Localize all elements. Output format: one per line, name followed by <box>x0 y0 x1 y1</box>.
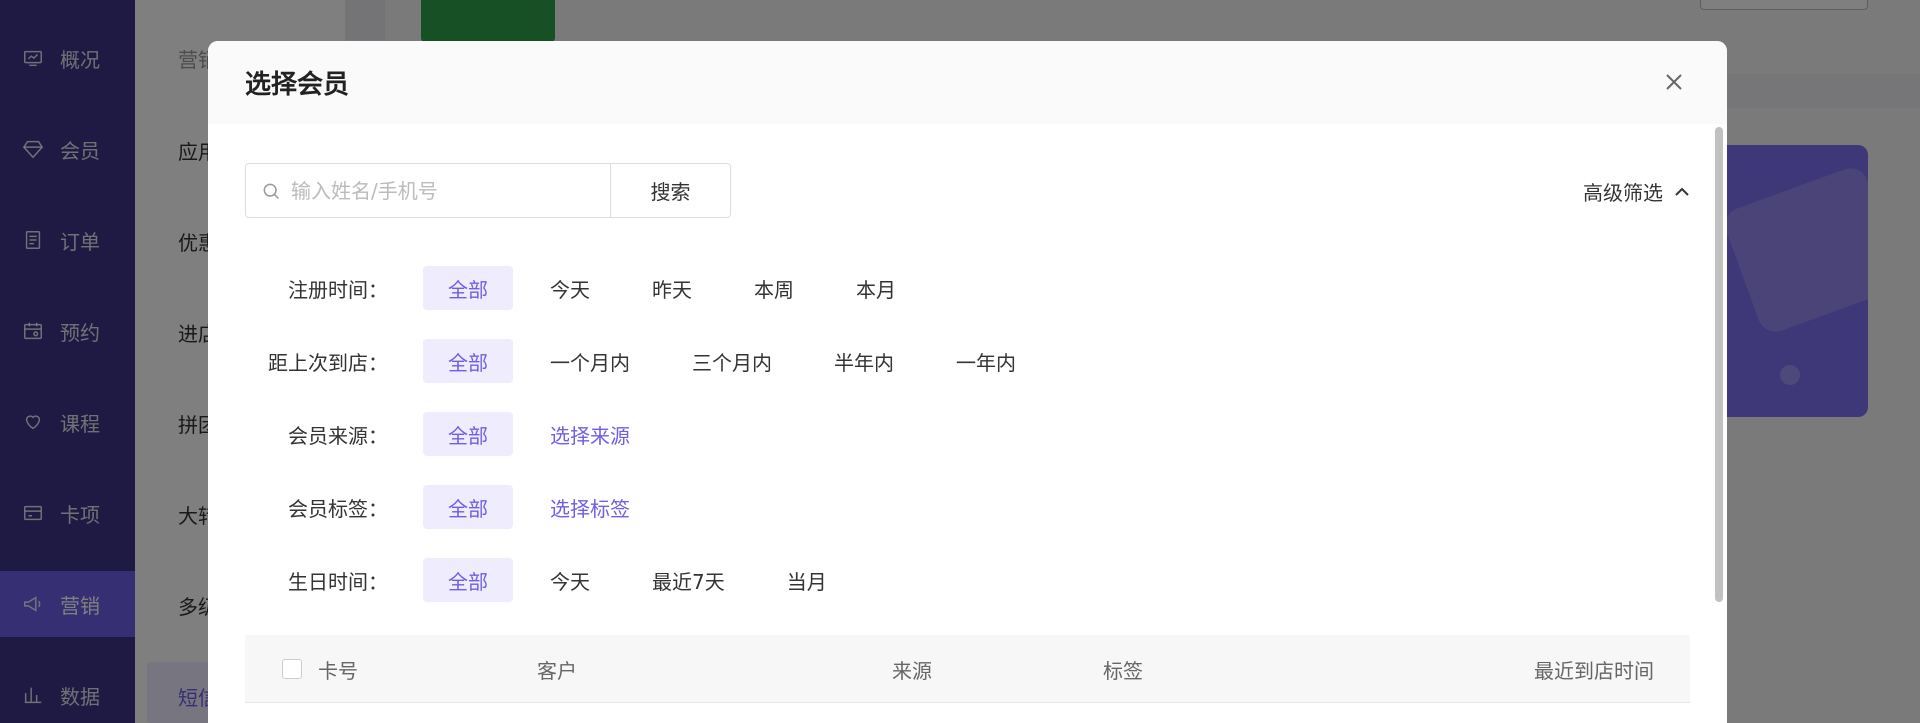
filter-option[interactable]: 一年内 <box>931 339 1041 383</box>
advanced-filter-label: 高级筛选 <box>1583 181 1663 205</box>
filter-option[interactable]: 本周 <box>729 266 819 310</box>
search-row: 搜索 <box>245 163 731 218</box>
filter-option[interactable]: 全部 <box>423 485 513 529</box>
filter-label: 距上次到店： <box>268 350 388 375</box>
search-icon <box>263 183 280 199</box>
filter-row-member-source: 会员来源： 全部 选择来源 <box>208 411 655 457</box>
filter-option[interactable]: 本月 <box>831 266 921 310</box>
close-button[interactable] <box>1661 69 1687 95</box>
filter-label: 生日时间： <box>288 569 388 594</box>
filter-option[interactable]: 一个月内 <box>525 339 655 383</box>
filter-row-register-time: 注册时间： 全部 今天 昨天 本周 本月 <box>208 265 921 311</box>
search-button[interactable]: 搜索 <box>611 163 731 218</box>
scrollbar[interactable] <box>1715 127 1723 602</box>
filter-option[interactable]: 全部 <box>423 412 513 456</box>
filter-option[interactable]: 半年内 <box>809 339 919 383</box>
search-input[interactable] <box>291 178 591 203</box>
filter-label: 会员标签： <box>288 496 388 521</box>
table-header: 卡号 客户 来源 标签 最近到店时间 <box>245 635 1690 703</box>
filter-row-birthday: 生日时间： 全部 今天 最近7天 当月 <box>208 557 852 603</box>
search-box <box>245 163 611 218</box>
close-icon <box>1666 74 1682 90</box>
column-header-tags: 标签 <box>1103 658 1143 683</box>
filter-option[interactable]: 全部 <box>423 558 513 602</box>
filter-option[interactable]: 今天 <box>525 266 615 310</box>
column-header-source: 来源 <box>892 658 932 683</box>
filter-option[interactable]: 今天 <box>525 558 615 602</box>
advanced-filter-toggle[interactable]: 高级筛选 <box>1583 177 1691 206</box>
modal-title: 选择会员 <box>245 70 350 100</box>
column-header-last-visit: 最近到店时间 <box>1534 658 1654 683</box>
chevron-up-icon <box>1675 187 1689 196</box>
select-all-checkbox[interactable] <box>282 635 302 703</box>
column-header-card-no: 卡号 <box>318 658 358 683</box>
filter-option[interactable]: 最近7天 <box>627 558 750 602</box>
filter-option[interactable]: 三个月内 <box>667 339 797 383</box>
filter-option[interactable]: 当月 <box>762 558 852 602</box>
column-header-customer: 客户 <box>537 658 577 683</box>
filter-option[interactable]: 全部 <box>423 339 513 383</box>
select-member-modal: 选择会员 搜索 高级筛选 注册时间： 全部 今天 昨天 本周 本月 距上次到店：… <box>208 41 1727 723</box>
select-tag-link[interactable]: 选择标签 <box>525 485 655 529</box>
checkbox[interactable] <box>282 659 302 679</box>
modal-header: 选择会员 <box>208 41 1727 124</box>
filter-label: 注册时间： <box>288 277 388 302</box>
filter-label: 会员来源： <box>288 423 388 448</box>
filter-row-last-visit: 距上次到店： 全部 一个月内 三个月内 半年内 一年内 <box>208 338 1041 384</box>
select-source-link[interactable]: 选择来源 <box>525 412 655 456</box>
filter-option[interactable]: 全部 <box>423 266 513 310</box>
filter-row-member-tag: 会员标签： 全部 选择标签 <box>208 484 655 530</box>
filter-option[interactable]: 昨天 <box>627 266 717 310</box>
